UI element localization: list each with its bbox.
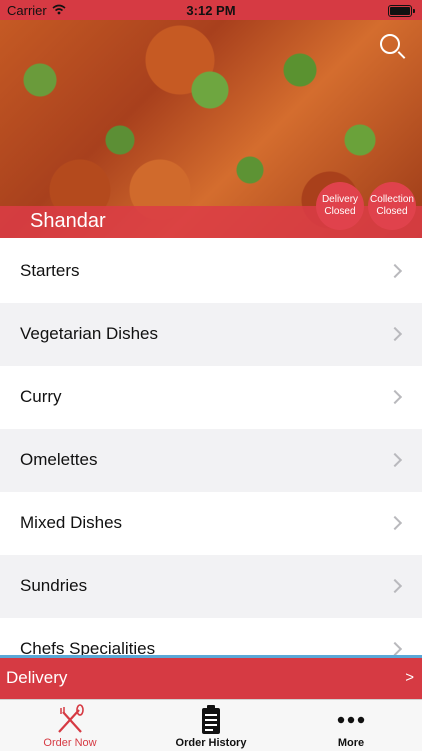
status-bar: Carrier 3:12 PM [0,0,422,20]
menu-item-label: Starters [20,261,80,280]
hero-banner: Shandar Delivery Closed Collection Close… [0,20,422,238]
menu-item-starters[interactable]: Starters [0,240,422,303]
menu-item-sundries[interactable]: Sundries [0,555,422,618]
menu-item-label: Chefs Specialities [20,639,156,656]
search-icon[interactable] [380,34,400,54]
collection-status-badge: Collection Closed [368,182,416,230]
chevron-right-icon [387,578,403,594]
delivery-mode-bar[interactable]: Delivery > [0,655,422,699]
status-time: 3:12 PM [186,3,236,18]
tab-label: Order History [175,737,247,749]
chevron-right-icon [387,263,403,279]
menu-item-vegetarian-dishes[interactable]: Vegetarian Dishes [0,303,422,366]
battery-icon [388,5,415,17]
tab-more[interactable]: More [281,700,421,751]
chevron-right-icon [387,389,403,405]
menu-item-label: Sundries [20,576,88,595]
menu-item-omelettes[interactable]: Omelettes [0,429,422,492]
tab-label: More [337,737,365,749]
tab-bar: Order Now Order History More [0,699,422,751]
delivery-mode-label: Delivery [6,668,68,687]
menu-item-mixed-dishes[interactable]: Mixed Dishes [0,492,422,555]
chevron-right-icon [387,326,403,342]
tab-label: Order Now [43,737,97,749]
fork-knife-icon [58,704,84,733]
menu-item-chefs-specialities[interactable]: Chefs Specialities [0,618,422,656]
delivery-arrow-icon: > [405,669,414,686]
tab-order-now[interactable]: Order Now [0,700,140,751]
menu-item-label: Curry [20,387,62,406]
menu-item-label: Vegetarian Dishes [20,324,158,343]
menu-item-label: Mixed Dishes [20,513,123,532]
menu-item-label: Omelettes [20,450,98,469]
clipboard-icon [202,705,220,734]
tab-order-history[interactable]: Order History [141,700,281,751]
more-dots-icon [337,716,365,724]
delivery-status-badge: Delivery Closed [316,182,364,230]
chevron-right-icon [387,452,403,468]
chevron-right-icon [387,641,403,656]
menu-item-curry[interactable]: Curry [0,366,422,429]
menu-category-list: Starters Vegetarian Dishes Curry Omelett… [0,240,422,656]
restaurant-name: Shandar [30,210,106,232]
chevron-right-icon [387,515,403,531]
